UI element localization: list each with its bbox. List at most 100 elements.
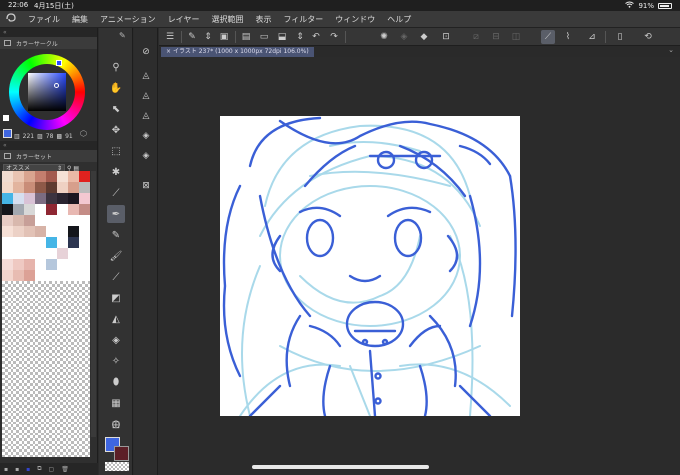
empty-swatch[interactable] xyxy=(57,314,68,325)
color-swatch[interactable] xyxy=(24,204,35,215)
saturation-value-square[interactable] xyxy=(28,73,66,111)
transform-icon[interactable]: ⊡ xyxy=(439,30,453,44)
empty-swatch[interactable] xyxy=(2,325,13,336)
stepper-icon[interactable]: ⇕ xyxy=(201,30,215,44)
empty-swatch[interactable] xyxy=(57,402,68,413)
loading-icon[interactable]: ✺ xyxy=(377,30,391,44)
decoration-tool-icon[interactable]: ✧ xyxy=(107,352,125,370)
open-folder-icon[interactable]: ▭ xyxy=(257,30,271,44)
device-icon[interactable]: ▯ xyxy=(613,30,627,44)
empty-swatch[interactable] xyxy=(68,347,79,358)
menu-animation[interactable]: アニメーション xyxy=(94,14,162,25)
color-swatch[interactable] xyxy=(35,182,46,193)
empty-swatch[interactable] xyxy=(68,303,79,314)
color-swatch[interactable] xyxy=(57,237,68,248)
color-swatch[interactable] xyxy=(79,248,90,259)
color-swatch[interactable] xyxy=(46,270,57,281)
airbrush-tool-icon[interactable]: ⟋ xyxy=(107,268,125,286)
empty-swatch[interactable] xyxy=(2,336,13,347)
empty-swatch[interactable] xyxy=(35,413,46,424)
companion-icon[interactable]: ⟲ xyxy=(641,30,655,44)
empty-swatch[interactable] xyxy=(24,347,35,358)
empty-swatch[interactable] xyxy=(2,314,13,325)
color-swatch[interactable] xyxy=(24,193,35,204)
color-swatch[interactable] xyxy=(68,226,79,237)
empty-swatch[interactable] xyxy=(35,369,46,380)
empty-swatch[interactable] xyxy=(13,347,24,358)
empty-swatch[interactable] xyxy=(2,358,13,369)
empty-swatch[interactable] xyxy=(24,281,35,292)
pencil-tool-icon[interactable]: ✎ xyxy=(107,226,125,244)
empty-swatch[interactable] xyxy=(2,347,13,358)
empty-swatch[interactable] xyxy=(35,402,46,413)
empty-swatch[interactable] xyxy=(68,369,79,380)
empty-swatch[interactable] xyxy=(68,292,79,303)
color-swatch[interactable] xyxy=(57,182,68,193)
empty-swatch[interactable] xyxy=(13,391,24,402)
selection-tool-icon[interactable]: ⬚ xyxy=(107,142,125,160)
sub-tool-2-icon[interactable]: ◬ xyxy=(138,88,154,104)
empty-swatch[interactable] xyxy=(68,413,79,424)
empty-swatch[interactable] xyxy=(35,358,46,369)
mini-sub-color[interactable] xyxy=(3,115,9,121)
empty-swatch[interactable] xyxy=(46,446,57,457)
empty-swatch[interactable] xyxy=(79,380,90,391)
eyedropper-tool-icon[interactable]: ⟋ xyxy=(107,184,125,202)
command-menu-icon[interactable]: ☰ xyxy=(163,30,177,44)
empty-swatch[interactable] xyxy=(24,413,35,424)
empty-swatch[interactable] xyxy=(79,446,90,457)
empty-swatch[interactable] xyxy=(57,380,68,391)
menu-file[interactable]: ファイル xyxy=(22,14,66,25)
gradient-tool-icon[interactable]: ▦ xyxy=(107,394,125,412)
collapse-icon-2[interactable]: « xyxy=(3,142,7,149)
eraser-tool-icon[interactable]: ◩ xyxy=(107,289,125,307)
color-swatch[interactable] xyxy=(79,237,90,248)
empty-swatch[interactable] xyxy=(2,424,13,435)
undo-icon[interactable]: ↶ xyxy=(309,30,323,44)
color-swatch[interactable] xyxy=(2,226,13,237)
color-swatch[interactable] xyxy=(35,270,46,281)
empty-swatch[interactable] xyxy=(2,413,13,424)
empty-swatch[interactable] xyxy=(2,402,13,413)
color-swatch[interactable] xyxy=(79,259,90,270)
empty-swatch[interactable] xyxy=(57,292,68,303)
empty-swatch[interactable] xyxy=(79,314,90,325)
empty-swatch[interactable] xyxy=(35,435,46,446)
color-swatch[interactable] xyxy=(2,248,13,259)
empty-swatch[interactable] xyxy=(57,347,68,358)
empty-swatch[interactable] xyxy=(57,358,68,369)
empty-swatch[interactable] xyxy=(24,325,35,336)
sub-tool-close-icon[interactable]: ⊠ xyxy=(138,178,154,194)
empty-swatch[interactable] xyxy=(68,380,79,391)
empty-swatch[interactable] xyxy=(24,369,35,380)
transparent-color-swatch[interactable] xyxy=(105,462,129,471)
color-swatch[interactable] xyxy=(79,215,90,226)
ruler-icon[interactable]: ⊿ xyxy=(585,30,599,44)
empty-swatch[interactable] xyxy=(57,281,68,292)
color-swatch[interactable] xyxy=(79,182,90,193)
redo-icon[interactable]: ↷ xyxy=(327,30,341,44)
empty-swatch[interactable] xyxy=(24,303,35,314)
empty-swatch[interactable] xyxy=(24,391,35,402)
empty-swatch[interactable] xyxy=(46,435,57,446)
empty-swatch[interactable] xyxy=(79,435,90,446)
color-swatch[interactable] xyxy=(35,226,46,237)
empty-swatch[interactable] xyxy=(46,292,57,303)
empty-swatch[interactable] xyxy=(46,358,57,369)
color-swatch[interactable] xyxy=(57,193,68,204)
empty-swatch[interactable] xyxy=(2,446,13,457)
empty-swatch[interactable] xyxy=(24,435,35,446)
empty-swatch[interactable] xyxy=(35,446,46,457)
home-indicator[interactable] xyxy=(252,465,429,469)
empty-swatch[interactable] xyxy=(46,325,57,336)
color-swatch[interactable] xyxy=(24,215,35,226)
invert-selection-icon[interactable]: ◫ xyxy=(509,30,523,44)
color-swatch[interactable] xyxy=(2,204,13,215)
sub-tool-1-icon[interactable]: ◬ xyxy=(138,68,154,84)
color-swatch[interactable] xyxy=(35,215,46,226)
panel-handle[interactable]: « xyxy=(0,28,97,37)
color-swatch[interactable] xyxy=(46,237,57,248)
empty-swatch[interactable] xyxy=(57,303,68,314)
color-swatch[interactable] xyxy=(68,204,79,215)
color-swatch[interactable] xyxy=(68,259,79,270)
